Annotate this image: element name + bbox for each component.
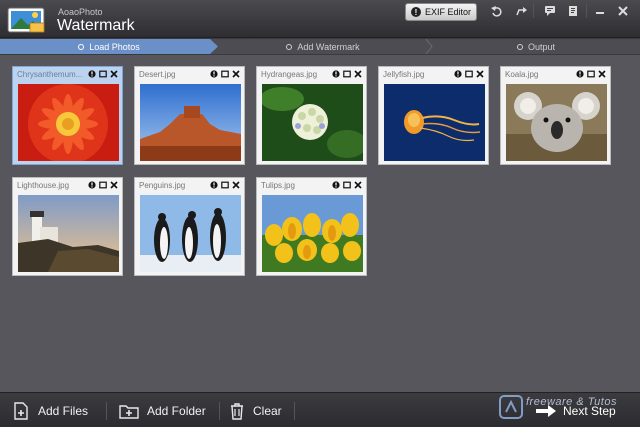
exif-editor-label: EXIF Editor: [424, 7, 471, 17]
step-indicator-icon: [516, 43, 523, 50]
step-add-watermark[interactable]: Add Watermark: [218, 39, 428, 54]
step-bar: Load Photos Add Watermark Output: [0, 39, 640, 54]
photo-thumbnail-hydrangeas: [262, 84, 363, 161]
minimize-icon[interactable]: [591, 3, 609, 19]
remove-icon[interactable]: [110, 181, 118, 189]
title-bar: AoaoPhoto Watermark ! EXIF Editor: [0, 0, 640, 38]
info-icon[interactable]: [210, 70, 218, 78]
step-load-photos[interactable]: Load Photos: [0, 39, 218, 54]
app-subtitle: AoaoPhoto: [58, 7, 103, 17]
preview-icon[interactable]: [99, 70, 107, 78]
photo-card[interactable]: Lighthouse.jpg: [12, 177, 123, 276]
photo-filename: Lighthouse.jpg: [17, 181, 70, 190]
preview-icon[interactable]: [587, 70, 595, 78]
help-icon[interactable]: [564, 3, 582, 19]
preview-icon[interactable]: [343, 70, 351, 78]
photo-card[interactable]: Desert.jpg: [134, 66, 245, 165]
redo-icon[interactable]: [512, 3, 530, 19]
remove-icon[interactable]: [354, 181, 362, 189]
photo-filename: Hydrangeas.jpg: [261, 70, 318, 79]
photo-card[interactable]: Hydrangeas.jpg: [256, 66, 367, 165]
info-icon[interactable]: [332, 181, 340, 189]
toolbar-divider: [533, 4, 534, 18]
watermark-text: freeware & Tutos: [526, 396, 617, 408]
undo-icon[interactable]: [488, 3, 506, 19]
preview-icon[interactable]: [99, 181, 107, 189]
app-logo: [7, 7, 45, 33]
photo-card[interactable]: Tulips.jpg: [256, 177, 367, 276]
photo-thumbnail-tulips: [262, 195, 363, 272]
photo-card[interactable]: Penguins.jpg: [134, 177, 245, 276]
toolbar-divider: [106, 402, 107, 420]
photo-thumbnail-lighthouse: [18, 195, 119, 272]
step-label: Add Watermark: [297, 41, 360, 52]
add-file-icon: [14, 401, 28, 420]
info-icon[interactable]: [454, 70, 462, 78]
toolbar-divider: [294, 402, 295, 420]
step-label: Output: [527, 41, 556, 52]
remove-icon[interactable]: [232, 70, 240, 78]
photo-thumbnail-chrysanthemum: [18, 84, 119, 161]
clear-button[interactable]: Clear: [229, 393, 282, 427]
info-icon[interactable]: [210, 181, 218, 189]
toolbar-divider: [586, 4, 587, 18]
watermark-logo-icon: [499, 395, 523, 419]
info-icon[interactable]: [88, 70, 96, 78]
remove-icon[interactable]: [598, 70, 606, 78]
clear-label: Clear: [253, 403, 282, 418]
remove-icon[interactable]: [354, 70, 362, 78]
photo-thumbnail-penguins: [140, 195, 241, 272]
preview-icon[interactable]: [221, 70, 229, 78]
step-label: Load Photos: [89, 41, 140, 52]
photo-thumbnail-koala: [506, 84, 607, 161]
add-folder-icon: [119, 404, 139, 419]
photo-filename: Desert.jpg: [139, 70, 176, 79]
photo-thumbnail-jellyfish: [384, 84, 485, 161]
info-icon[interactable]: [332, 70, 340, 78]
step-indicator-icon: [286, 43, 293, 50]
photo-card[interactable]: Koala.jpg: [500, 66, 611, 165]
photo-thumbnail-desert: [140, 84, 241, 161]
feedback-icon[interactable]: [541, 3, 559, 19]
preview-icon[interactable]: [221, 181, 229, 189]
step-output[interactable]: Output: [432, 39, 640, 54]
trash-icon: [231, 402, 243, 420]
photo-filename: Penguins.jpg: [139, 181, 186, 190]
add-folder-button[interactable]: Add Folder: [119, 393, 206, 427]
step-indicator-icon: [78, 43, 85, 50]
exif-editor-button[interactable]: ! EXIF Editor: [405, 3, 477, 21]
add-files-label: Add Files: [38, 403, 89, 418]
photo-card[interactable]: Jellyfish.jpg: [378, 66, 489, 165]
remove-icon[interactable]: [232, 181, 240, 189]
info-icon[interactable]: [88, 181, 96, 189]
add-folder-label: Add Folder: [147, 403, 206, 418]
photo-filename: Chrysanthemum...: [17, 70, 83, 79]
photo-filename: Jellyfish.jpg: [383, 70, 425, 79]
info-icon: !: [410, 7, 421, 17]
remove-icon[interactable]: [476, 70, 484, 78]
photo-grid: Chrysanthemum... Desert.jpg Hydrangeas.j…: [0, 55, 640, 392]
preview-icon[interactable]: [343, 181, 351, 189]
photo-filename: Tulips.jpg: [261, 181, 295, 190]
app-title: Watermark: [57, 17, 135, 34]
photo-filename: Koala.jpg: [505, 70, 539, 79]
site-watermark: freeware & Tutos: [498, 394, 638, 424]
remove-icon[interactable]: [110, 70, 118, 78]
info-icon[interactable]: [576, 70, 584, 78]
add-files-button[interactable]: Add Files: [12, 393, 88, 427]
toolbar-divider: [219, 402, 220, 420]
close-icon[interactable]: [614, 3, 632, 19]
preview-icon[interactable]: [465, 70, 473, 78]
photo-card[interactable]: Chrysanthemum...: [12, 66, 123, 165]
